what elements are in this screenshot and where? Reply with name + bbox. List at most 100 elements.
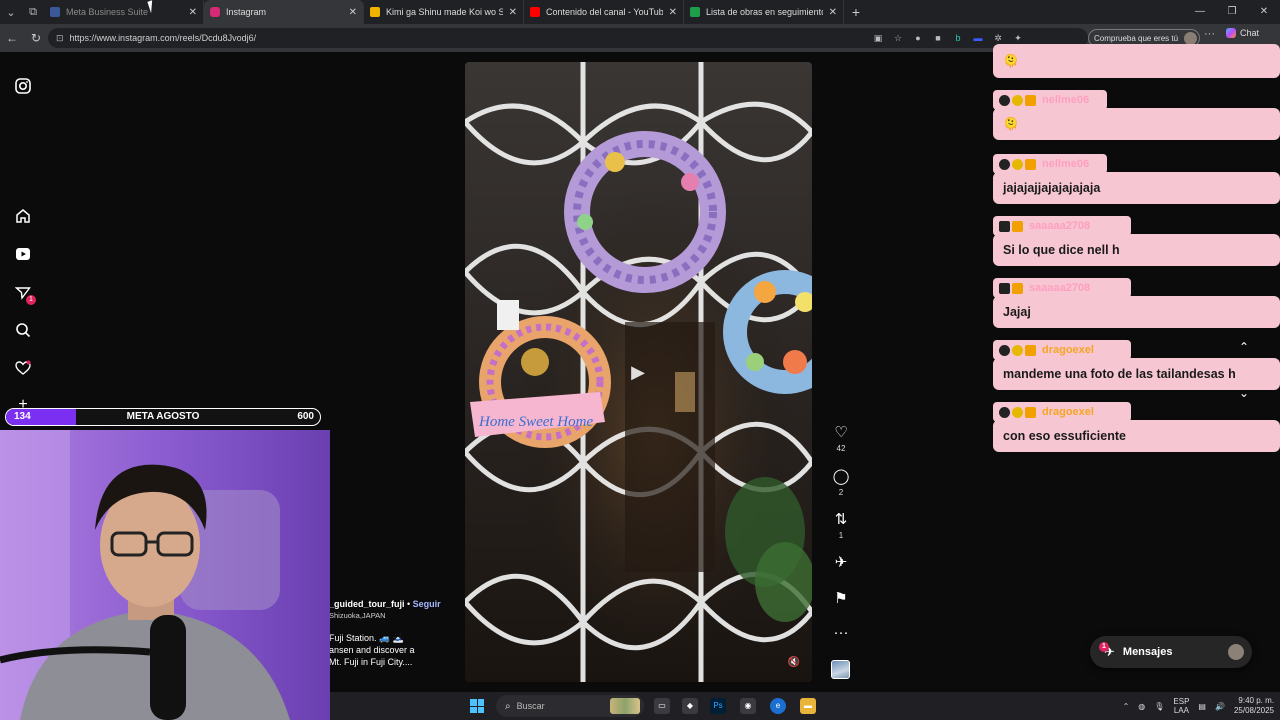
task-view-icon[interactable]: ▭ — [654, 698, 670, 714]
extension-3-icon[interactable]: ▬ — [972, 32, 984, 44]
chat-message-text: Si lo que dice nell h — [1003, 243, 1120, 257]
reel-username-link[interactable]: _guided_tour_fuji — [329, 599, 405, 609]
browser-menu-icon[interactable]: ··· — [1204, 28, 1215, 40]
minimize-button[interactable]: — — [1184, 0, 1216, 24]
badge-icon — [999, 282, 1010, 294]
tray-chevron-icon[interactable]: ⌃ — [1123, 702, 1130, 711]
taskbar-search-placeholder: Buscar — [516, 701, 545, 711]
chat-username-text: nellme06 — [1042, 158, 1090, 170]
goal-target: 600 — [297, 411, 314, 422]
bing-icon[interactable]: b — [952, 32, 964, 44]
badge-icon — [999, 158, 1010, 170]
close-tab-icon[interactable]: ✕ — [829, 7, 837, 18]
play-icon[interactable]: ▶ — [628, 362, 648, 382]
chat-username: dragoexel — [993, 340, 1131, 360]
chat-username: saaaaa2708 — [993, 278, 1131, 298]
more-options-button[interactable]: ··· — [826, 624, 856, 642]
messages-unread-badge: 1 — [1099, 642, 1109, 652]
close-tab-icon[interactable]: ✕ — [189, 7, 197, 18]
notifications-heart-icon[interactable] — [14, 360, 32, 378]
file-explorer-icon[interactable]: ▬ — [800, 698, 816, 714]
chat-message-text: mandeme una foto de las tailandesas h — [1003, 367, 1236, 381]
chat-username: nellme06 — [993, 90, 1107, 110]
clock[interactable]: 9:40 p. m. 25/08/2025 — [1234, 696, 1274, 716]
tab-actions-chevron-icon[interactable]: ⌄ — [0, 0, 22, 24]
scroll-down-icon[interactable]: ⌄ — [1236, 386, 1252, 402]
save-button[interactable]: ⚑ — [826, 590, 856, 608]
windows-taskbar: ⌕ Buscar ▭ ◆ Ps ◉ e ▬ ⌃ ◍ 🎙 ESP LAA ▤ 🔊 … — [330, 692, 1280, 720]
messages-floating-button[interactable]: ✈ 1 Mensajes — [1090, 636, 1252, 668]
microphone-icon[interactable]: 🎙 — [1154, 702, 1164, 711]
close-tab-icon[interactable]: ✕ — [669, 7, 677, 18]
system-tray: ⌃ ◍ 🎙 ESP LAA ▤ 🔊 9:40 p. m. 25/08/2025 — [1123, 692, 1280, 720]
site-info-icon[interactable]: ⊡ — [56, 33, 64, 44]
close-tab-icon[interactable]: ✕ — [509, 7, 517, 18]
tab-instagram[interactable]: Instagram ✕ — [204, 0, 364, 24]
extension-1-icon[interactable]: ● — [912, 32, 924, 44]
reel-video[interactable]: Home Sweet Home ▶ 🔇 — [465, 62, 812, 682]
home-sweet-home-sign: Home Sweet Home — [478, 414, 593, 430]
reel-location[interactable]: Shizuoka,JAPAN — [329, 610, 459, 622]
tab-youtube-studio[interactable]: Contenido del canal - YouTube Studio ✕ — [524, 0, 684, 24]
webcam-illustration — [0, 430, 330, 720]
workspaces-icon[interactable]: ⧉ — [22, 0, 44, 24]
comment-button[interactable]: ◯ 2 — [826, 468, 856, 497]
home-icon[interactable] — [14, 208, 32, 226]
repost-button[interactable]: ⇅ 1 — [826, 511, 856, 540]
extension-2-icon[interactable]: ■ — [932, 32, 944, 44]
comment-count: 2 — [838, 488, 844, 497]
reel-caption: _guided_tour_fuji • Seguir Shizuoka,JAPA… — [329, 598, 459, 668]
chat-message: Si lo que dice nell h — [993, 234, 1280, 266]
repost-icon: ⇅ — [834, 511, 848, 528]
url-text: https://www.instagram.com/reels/Dcdu8Jvo… — [69, 33, 257, 43]
extensions-puzzle-icon[interactable]: ✲ — [992, 32, 1004, 44]
search-icon: ⌕ — [505, 700, 511, 712]
close-window-button[interactable]: ✕ — [1248, 0, 1280, 24]
search-icon[interactable] — [14, 322, 32, 340]
chat-username: nellme06 — [993, 154, 1107, 174]
chat-username-text: dragoexel — [1042, 406, 1094, 418]
badge-icon — [1025, 406, 1036, 418]
share-icon: ✈ — [834, 554, 848, 571]
youtube-favicon-icon — [530, 7, 540, 17]
instagram-logo-icon[interactable] — [14, 78, 32, 96]
obs-icon[interactable]: ◉ — [740, 698, 756, 714]
copilot-chat-button[interactable]: Chat — [1226, 28, 1259, 38]
reload-icon[interactable]: ↻ — [24, 31, 48, 45]
tab-title: Contenido del canal - YouTube Studio — [546, 7, 663, 17]
maximize-button[interactable]: ❐ — [1216, 0, 1248, 24]
network-icon[interactable]: ▤ — [1198, 702, 1206, 711]
messages-badge: 1 — [26, 295, 36, 305]
tab-meta-business-suite[interactable]: Meta Business Suite ✕ — [44, 0, 204, 24]
taskbar-search[interactable]: ⌕ Buscar — [496, 695, 644, 717]
close-tab-icon[interactable]: ✕ — [349, 7, 357, 18]
mute-icon[interactable]: 🔇 — [788, 657, 800, 668]
tab-lista-obras[interactable]: Lista de obras en seguimiento - H ✕ — [684, 0, 844, 24]
edge-icon[interactable]: e — [770, 698, 786, 714]
clock-time: 9:40 p. m. — [1238, 696, 1274, 705]
photoshop-icon[interactable]: Ps — [710, 698, 726, 714]
chat-message-text: jajajajjajajajajaja — [1003, 181, 1101, 195]
back-arrow-icon[interactable]: ← — [0, 31, 24, 45]
language-indicator[interactable]: ESP LAA — [1173, 697, 1189, 715]
reels-icon[interactable] — [14, 246, 32, 264]
tab-kimi-ga-shinu[interactable]: Kimi ga Shinu made Koi wo Shitai ✕ — [364, 0, 524, 24]
new-tab-button[interactable]: + — [844, 4, 868, 20]
share-button[interactable]: ✈ — [826, 554, 856, 572]
goal-progress-bar: 134 META AGOSTO 600 — [5, 408, 321, 426]
like-button[interactable]: ♡ 42 — [826, 424, 856, 453]
app-icon[interactable]: ◆ — [682, 698, 698, 714]
tray-app-icon[interactable]: ◍ — [1138, 702, 1145, 711]
split-screen-icon[interactable]: ▣ — [872, 32, 884, 44]
favorite-star-icon[interactable]: ☆ — [892, 32, 904, 44]
caption-separator: • — [404, 599, 413, 609]
windows-start-icon[interactable] — [470, 699, 484, 713]
user-badges — [999, 158, 1036, 170]
scroll-up-icon[interactable]: ⌃ — [1236, 340, 1252, 356]
audio-thumbnail[interactable] — [831, 660, 850, 679]
volume-icon[interactable]: 🔊 — [1215, 702, 1225, 711]
collections-icon[interactable]: ✦ — [1012, 32, 1024, 44]
follow-button[interactable]: Seguir — [413, 599, 441, 609]
tab-title: Lista de obras en seguimiento - H — [706, 7, 823, 17]
sheets-favicon-icon — [690, 7, 700, 17]
